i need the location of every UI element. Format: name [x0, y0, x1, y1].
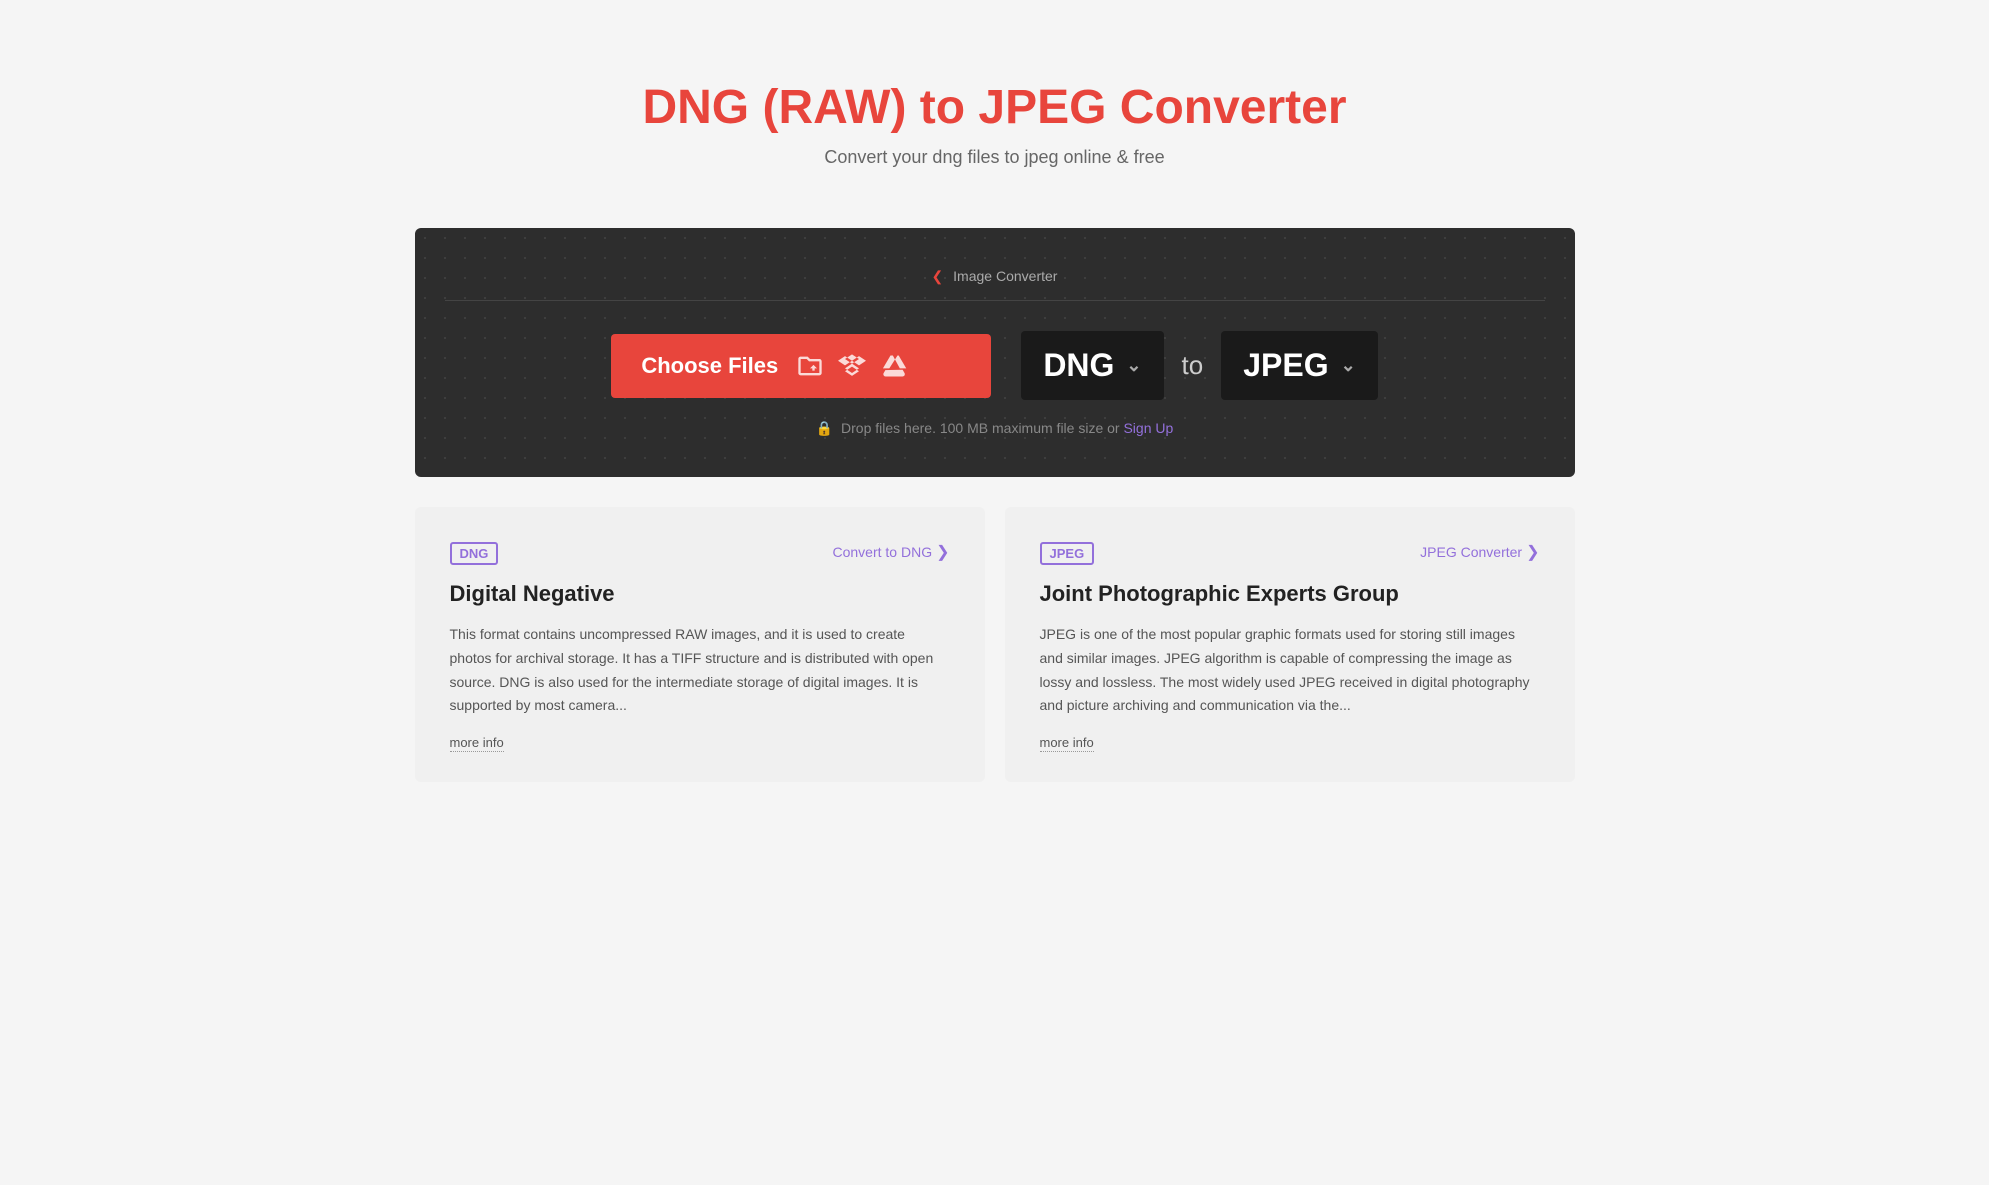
lock-icon: 🔒	[816, 420, 833, 436]
source-format-button[interactable]: DNG ⌄	[1021, 331, 1163, 400]
dropbox-icon	[838, 352, 866, 380]
page-subtitle: Convert your dng files to jpeg online & …	[415, 147, 1575, 168]
source-format-label: DNG	[1043, 347, 1114, 384]
jpeg-converter-link[interactable]: JPEG Converter ❯	[1420, 542, 1539, 562]
jpeg-card-header: JPEG JPEG Converter ❯	[1040, 542, 1540, 581]
convert-to-dng-link[interactable]: Convert to DNG ❯	[833, 542, 950, 562]
jpeg-converter-label: JPEG Converter	[1420, 544, 1522, 560]
converter-tool: ❮ Image Converter Choose Files	[415, 228, 1575, 477]
dng-card-header: DNG Convert to DNG ❯	[450, 542, 950, 581]
convert-to-dng-label: Convert to DNG	[833, 544, 933, 560]
dng-info-card: DNG Convert to DNG ❯ Digital Negative Th…	[415, 507, 985, 782]
dng-card-description: This format contains uncompressed RAW im…	[450, 623, 950, 718]
dng-card-title: Digital Negative	[450, 581, 950, 607]
drop-info: 🔒 Drop files here. 100 MB maximum file s…	[445, 420, 1545, 437]
jpeg-link-arrow-icon: ❯	[1526, 542, 1539, 562]
header-section: DNG (RAW) to JPEG Converter Convert your…	[415, 40, 1575, 228]
breadcrumb-label: Image Converter	[953, 268, 1057, 284]
page-title: DNG (RAW) to JPEG Converter	[415, 80, 1575, 135]
folder-upload-icon	[796, 352, 824, 380]
converter-controls: Choose Files	[445, 331, 1545, 400]
target-format-button[interactable]: JPEG ⌄	[1221, 331, 1377, 400]
dng-more-info-link[interactable]: more info	[450, 735, 504, 752]
drop-info-text: Drop files here. 100 MB maximum file siz…	[841, 420, 1120, 436]
jpeg-badge: JPEG	[1040, 542, 1095, 565]
jpeg-card-title: Joint Photographic Experts Group	[1040, 581, 1540, 607]
source-format-chevron-icon: ⌄	[1126, 355, 1141, 376]
upload-icons	[796, 352, 908, 380]
to-label: to	[1182, 350, 1204, 381]
info-cards: DNG Convert to DNG ❯ Digital Negative Th…	[415, 507, 1575, 782]
dng-badge: DNG	[450, 542, 499, 565]
jpeg-info-card: JPEG JPEG Converter ❯ Joint Photographic…	[1005, 507, 1575, 782]
breadcrumb-arrow-icon: ❮	[932, 268, 944, 284]
jpeg-more-info-link[interactable]: more info	[1040, 735, 1094, 752]
format-selector: DNG ⌄ to JPEG ⌄	[1021, 331, 1377, 400]
choose-files-button[interactable]: Choose Files	[611, 334, 991, 398]
target-format-chevron-icon: ⌄	[1341, 355, 1356, 376]
convert-link-arrow-icon: ❯	[936, 542, 949, 562]
drive-icon	[880, 352, 908, 380]
target-format-label: JPEG	[1243, 347, 1328, 384]
sign-up-link[interactable]: Sign Up	[1123, 420, 1173, 436]
choose-files-label: Choose Files	[641, 353, 778, 379]
breadcrumb: ❮ Image Converter	[932, 268, 1058, 284]
jpeg-card-description: JPEG is one of the most popular graphic …	[1040, 623, 1540, 718]
breadcrumb-bar: ❮ Image Converter	[445, 268, 1545, 301]
